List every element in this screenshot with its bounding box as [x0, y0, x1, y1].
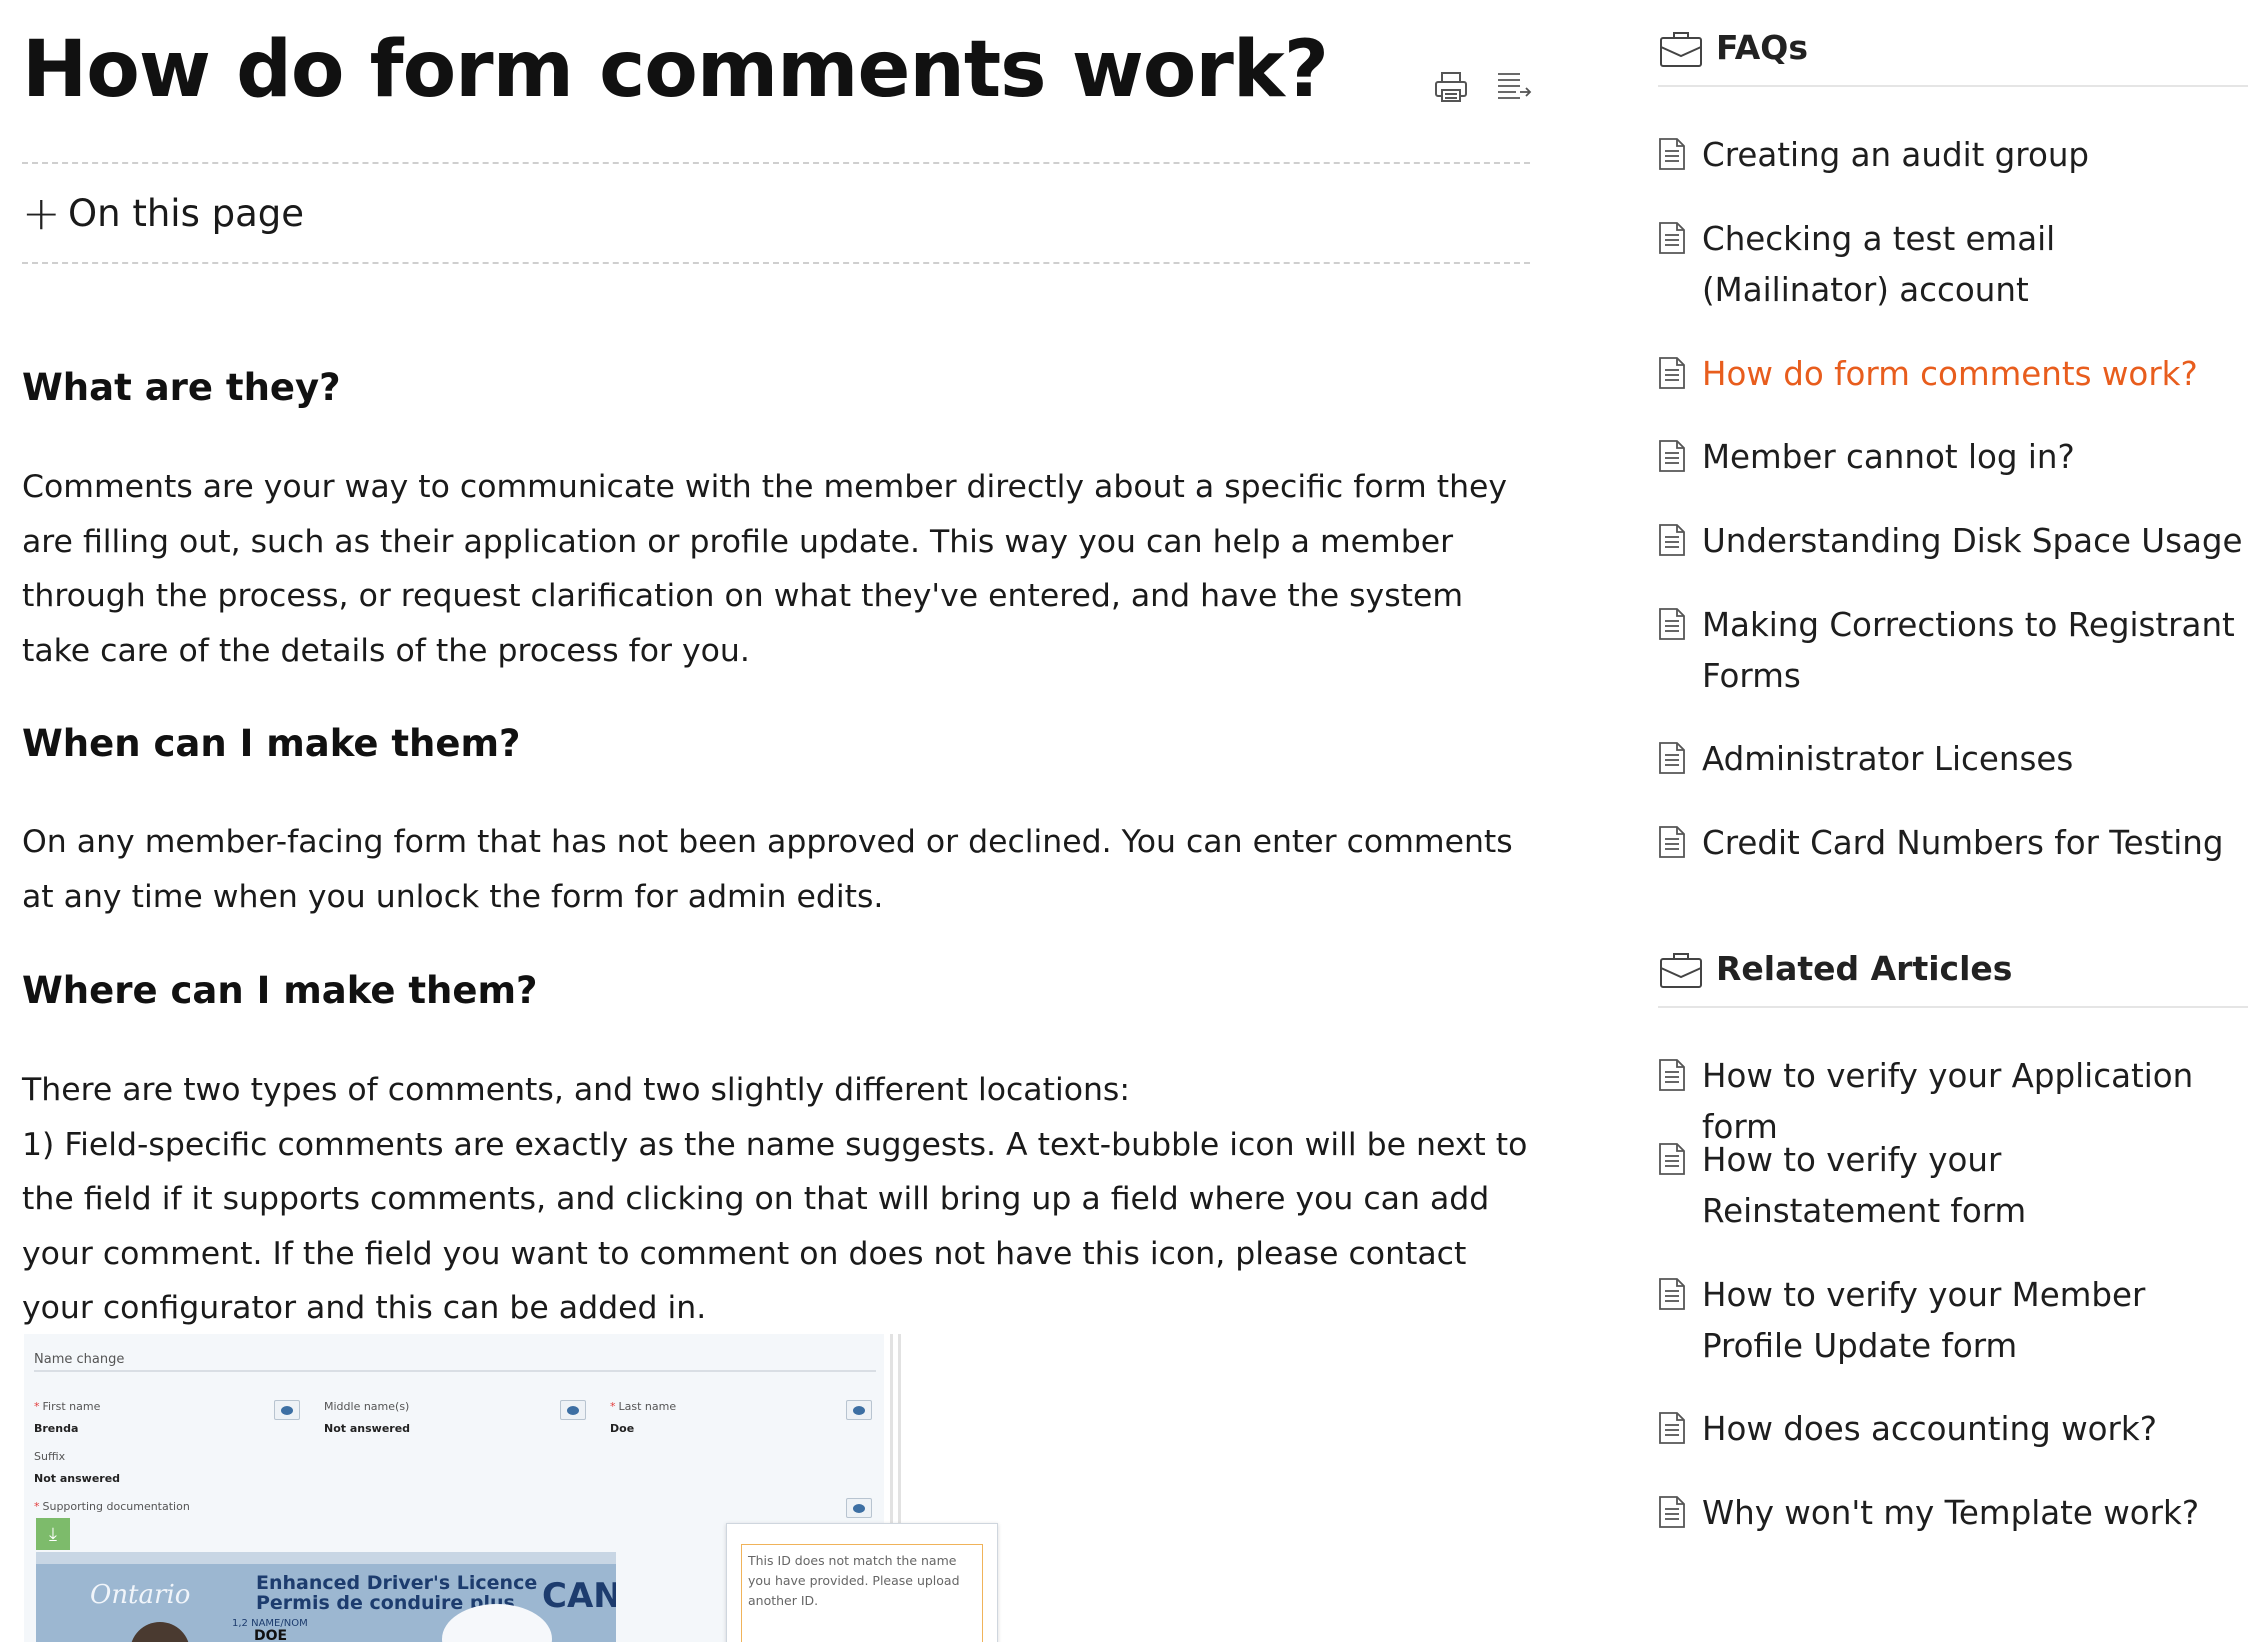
licence-title-en: Enhanced Driver's Licence: [256, 1572, 538, 1594]
sidebar-link[interactable]: Administrator Licenses: [1658, 734, 2248, 785]
related-article-label: How to verify your Member Profile Update…: [1702, 1276, 2146, 1365]
paragraph: There are two types of comments, and two…: [22, 1072, 1130, 1108]
sidebar-link-label: Creating an audit group: [1702, 136, 2090, 174]
section-body: On any member-facing form that has not b…: [22, 815, 1530, 924]
document-icon: [1658, 137, 1686, 171]
sidebar-link-label: Administrator Licenses: [1702, 740, 2074, 778]
section-heading: When can I make them?: [22, 722, 521, 765]
licence-band: [36, 1552, 616, 1564]
related-articles-title: Related Articles: [1716, 949, 2013, 988]
sidebar-link-label: Checking a test email (Mailinator) accou…: [1702, 220, 2056, 309]
on-this-page-toggle[interactable]: + On this page: [22, 162, 1530, 264]
section-heading: Where can I make them?: [22, 969, 538, 1012]
document-icon: [1658, 607, 1686, 641]
sidebar-link[interactable]: Checking a test email (Mailinator) accou…: [1658, 214, 2248, 316]
document-icon: [1658, 1411, 1686, 1445]
licence-country: CAN: [542, 1576, 616, 1616]
related-articles-header: Related Articles: [1658, 948, 2248, 1008]
section-body: There are two types of comments, and two…: [22, 1063, 1530, 1336]
document-icon: [1658, 825, 1686, 859]
related-article-link[interactable]: Why won't my Template work?: [1658, 1488, 2248, 1539]
sidebar-link-label: How do form comments work?: [1702, 355, 2198, 393]
field-label-last-name: * Last name: [610, 1400, 677, 1413]
article-tools: [1430, 66, 1534, 108]
faqs-title: FAQs: [1716, 28, 1808, 67]
comment-textarea[interactable]: This ID does not match the name you have…: [741, 1544, 983, 1642]
comment-bubble-icon[interactable]: [274, 1400, 300, 1420]
licence-name: DOE: [254, 1628, 288, 1642]
comment-bubble-icon[interactable]: [846, 1498, 872, 1518]
sidebar-link-label: Understanding Disk Space Usage: [1702, 522, 2243, 560]
page-title: How do form comments work?: [22, 25, 1329, 115]
sidebar-link[interactable]: Understanding Disk Space Usage: [1658, 516, 2248, 567]
document-icon: [1658, 439, 1686, 473]
sidebar-link-label: Credit Card Numbers for Testing: [1702, 824, 2224, 862]
licence-province: Ontario: [90, 1580, 191, 1610]
field-label-suffix: Suffix: [34, 1450, 66, 1463]
related-article-link[interactable]: How to verify your Reinstatement form: [1658, 1135, 2248, 1237]
sidebar-link[interactable]: Member cannot log in?: [1658, 432, 2248, 483]
document-icon: [1658, 221, 1686, 255]
paragraph: Comments are your way to communicate wit…: [22, 469, 1508, 669]
related-article-label: How does accounting work?: [1702, 1410, 2157, 1448]
sidebar-link[interactable]: Creating an audit group: [1658, 130, 2248, 181]
document-icon: [1658, 1142, 1686, 1176]
on-this-page-label: On this page: [68, 191, 305, 235]
divider: [34, 1370, 876, 1372]
sidebar-link[interactable]: Credit Card Numbers for Testing: [1658, 818, 2248, 869]
section-heading: What are they?: [22, 366, 341, 409]
licence-photo: [130, 1622, 190, 1642]
field-label-middle-name: Middle name(s): [324, 1400, 410, 1413]
related-article-link[interactable]: How to verify your Member Profile Update…: [1658, 1270, 2248, 1372]
paragraph: 1) Field-specific comments are exactly a…: [22, 1126, 1528, 1327]
drivers-licence-image: Ontario Enhanced Driver's Licence Permis…: [36, 1552, 616, 1642]
field-value-first-name: Brenda: [34, 1422, 79, 1435]
document-icon: [1658, 356, 1686, 390]
print-icon: [1435, 72, 1467, 102]
document-icon: [1658, 523, 1686, 557]
document-icon: [1658, 1277, 1686, 1311]
field-value-last-name: Doe: [610, 1422, 635, 1435]
comment-bubble-icon[interactable]: [846, 1400, 872, 1420]
comment-popup: This ID does not match the name you have…: [726, 1523, 998, 1642]
faqs-header: FAQs: [1658, 27, 2248, 87]
print-button[interactable]: [1430, 66, 1472, 108]
document-icon: [1658, 741, 1686, 775]
comment-bubble-icon[interactable]: [560, 1400, 586, 1420]
briefcase-icon: [1658, 948, 1704, 994]
screenshot-section-title: Name change: [34, 1352, 125, 1367]
briefcase-icon: [1658, 27, 1704, 73]
field-label-first-name: * First name: [34, 1400, 101, 1413]
sidebar-link-active[interactable]: How do form comments work?: [1658, 349, 2248, 400]
related-article-label: How to verify your Reinstatement form: [1702, 1141, 2027, 1230]
text-list-icon: [1498, 73, 1532, 99]
document-icon: [1658, 1058, 1686, 1092]
related-article-link[interactable]: How does accounting work?: [1658, 1404, 2248, 1455]
related-article-label: Why won't my Template work?: [1702, 1494, 2200, 1532]
download-icon[interactable]: ⤓: [36, 1518, 70, 1550]
field-value-middle-name: Not answered: [324, 1422, 411, 1435]
plus-icon: +: [22, 186, 61, 240]
field-value-suffix: Not answered: [34, 1472, 121, 1485]
text-list-button[interactable]: [1492, 66, 1534, 108]
sidebar-link-label: Member cannot log in?: [1702, 438, 2075, 476]
field-label-supporting-documentation: * Supporting documentation: [34, 1500, 190, 1513]
document-icon: [1658, 1495, 1686, 1529]
section-body: Comments are your way to communicate wit…: [22, 460, 1530, 678]
paragraph: On any member-facing form that has not b…: [22, 824, 1513, 915]
sidebar-link-label: Making Corrections to Registrant Forms: [1702, 606, 2235, 695]
sidebar-link[interactable]: Making Corrections to Registrant Forms: [1658, 600, 2248, 702]
